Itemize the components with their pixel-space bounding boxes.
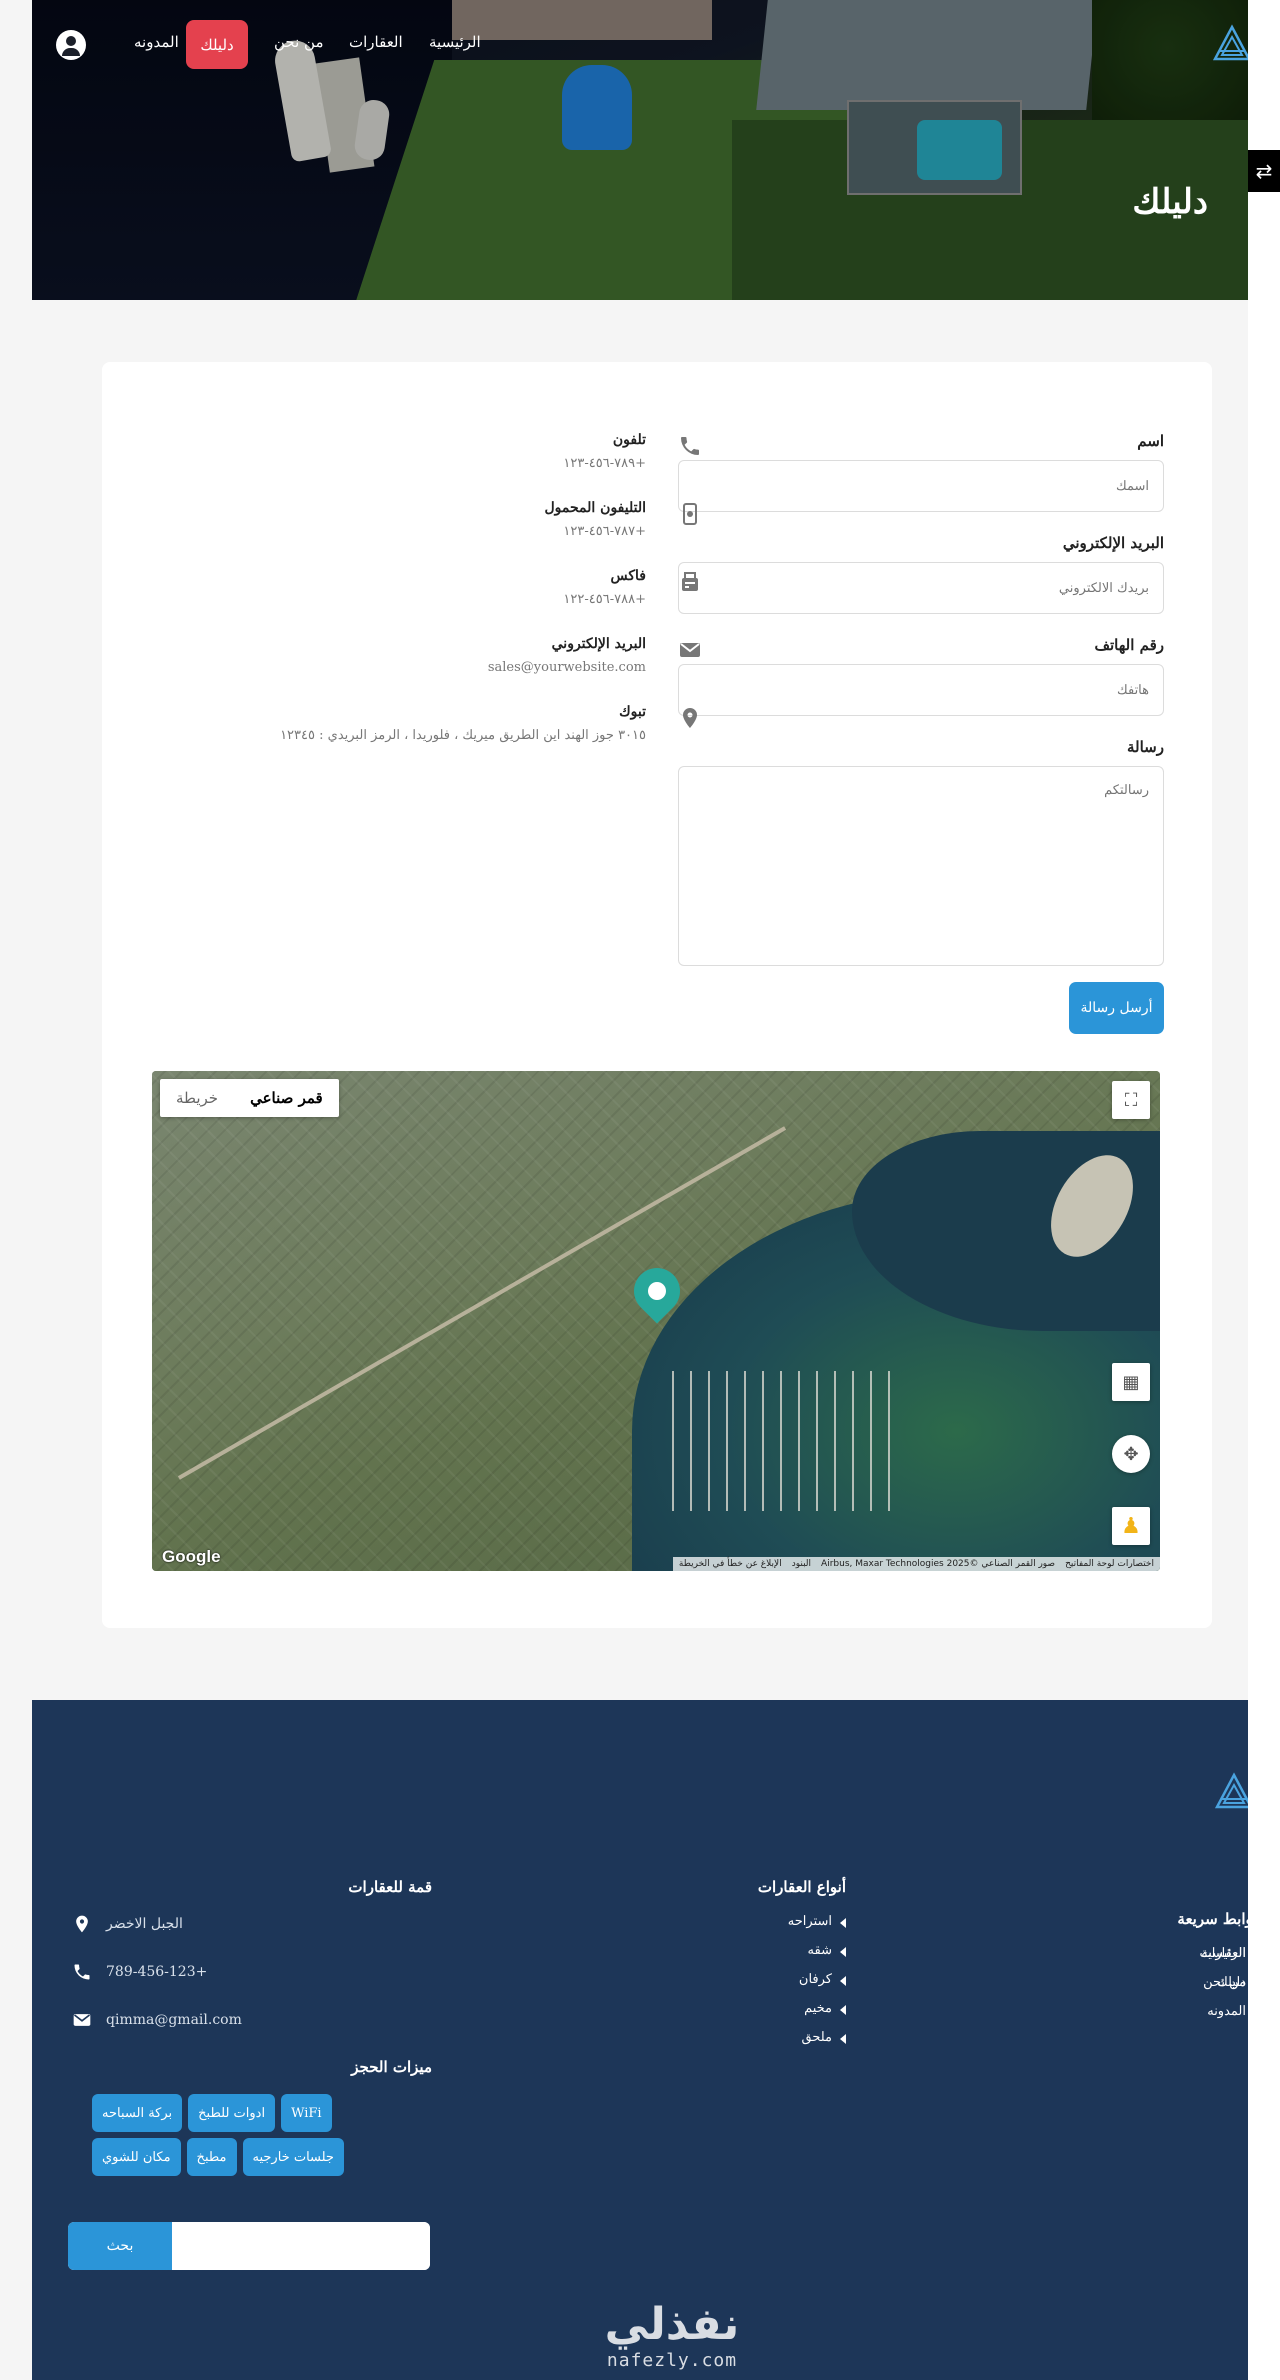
nav-item-about[interactable]: من نحن (274, 33, 324, 51)
main-nav: المدونه دليلك من نحن العقارات الرئيسية (56, 20, 1256, 69)
feature-tag[interactable]: مكان للشوي (92, 2138, 181, 2176)
type-annex[interactable]: ملحق (686, 2030, 846, 2045)
map-pan-icon[interactable]: ✥ (1112, 1435, 1150, 1473)
footer-phone-text: +789-456-123 (106, 1964, 208, 1980)
features-title: ميزات الحجز (351, 2058, 432, 2076)
envelope-icon (680, 643, 700, 657)
footer-location-text: الجبل الاخضر (106, 1916, 183, 1932)
imagery-credit: صور القمر الصناعي ©2025 Airbus, Maxar Te… (821, 1559, 1056, 1569)
send-message-button[interactable]: أرسل رسالة (1069, 982, 1164, 1034)
contact-form: اسم البريد الإلكتروني رقم الهاتف رسالة أ… (678, 432, 1164, 1034)
map-marina (672, 1371, 892, 1511)
type-caravan[interactable]: كرفان (686, 1972, 846, 1987)
fax-value: +٧٨٨-٤٥٦-١٢٢ (563, 592, 646, 607)
location-pin-icon (683, 708, 697, 728)
feature-tag[interactable]: ادوات للطبخ (188, 2094, 276, 2132)
info-fax: فاكس +٧٨٨-٤٥٦-١٢٢ (242, 568, 702, 636)
feature-tag[interactable]: جلسات خارجيه (242, 2138, 344, 2176)
map-type-map[interactable]: خريطة (160, 1079, 234, 1117)
envelope-icon (73, 2014, 91, 2026)
google-map[interactable]: قمر صناعي خريطة ⛶ ▦ ✥ ♟ Google اختصارات … (152, 1071, 1160, 1571)
phone-icon (681, 437, 699, 455)
info-email: البريد الإلكتروني sales@yourwebsite.com (242, 636, 702, 704)
user-profile-icon[interactable] (56, 30, 86, 60)
footer-search-button[interactable]: بحث (68, 2222, 172, 2270)
feature-tag[interactable]: WiFi (281, 2094, 332, 2132)
nav-item-guide-active[interactable]: دليلك (186, 20, 248, 69)
footer-phone: +789-456-123 (72, 1962, 432, 1982)
address-value: ٣٠١٥ جوز الهند اين الطريق ميريك ، فلوريد… (280, 728, 646, 743)
fullscreen-icon[interactable]: ⛶ (1112, 1081, 1150, 1119)
contact-card: اسم البريد الإلكتروني رقم الهاتف رسالة أ… (102, 362, 1212, 1628)
logo-icon[interactable] (1212, 24, 1252, 64)
right-edge-strip (1248, 0, 1280, 2380)
message-textarea[interactable] (678, 766, 1164, 966)
map-attribution: اختصارات لوحة المفاتيح صور القمر الصناعي… (672, 1557, 1160, 1571)
side-toggle-arrows-icon[interactable]: ⇄ (1248, 150, 1280, 192)
brand-title: قمة للعقارات (348, 1878, 432, 1896)
name-label: اسم (1137, 432, 1164, 450)
footer-search: بحث (68, 2222, 430, 2270)
brand-column: قمة للعقارات الجبل الاخضر +789-456-123 q… (72, 1878, 432, 2176)
type-rest-house[interactable]: استراحه (686, 1914, 846, 1929)
page-title: دليلك (1132, 182, 1208, 222)
footer-search-input[interactable] (174, 2222, 430, 2270)
nav-item-blog[interactable]: المدونه (134, 33, 179, 51)
terms-link[interactable]: البنود (792, 1557, 811, 1571)
email-input[interactable] (678, 562, 1164, 614)
info-address: تبوك ٣٠١٥ جوز الهند اين الطريق ميريك ، ف… (242, 704, 702, 772)
map-grid-icon[interactable]: ▦ (1112, 1363, 1150, 1401)
footer-email-text[interactable]: qimma@gmail.com (106, 2012, 242, 2028)
phone-input[interactable] (678, 664, 1164, 716)
email-label: البريد الإلكتروني (1062, 534, 1164, 552)
info-mobile: التليفون المحمول +٧٨٧-٤٥٦-١٢٣ (242, 500, 702, 568)
fax-icon (682, 572, 698, 591)
hero-banner: المدونه دليلك من نحن العقارات الرئيسية د… (32, 0, 1280, 300)
email-title: البريد الإلكتروني (551, 636, 646, 652)
mobile-title: التليفون المحمول (544, 500, 647, 516)
google-logo: Google (162, 1547, 221, 1566)
map-type-control: قمر صناعي خريطة (160, 1079, 339, 1117)
footer-location: الجبل الاخضر (72, 1914, 432, 1934)
property-types-title: أنواع العقارات (757, 1878, 846, 1896)
quick-links-title: روابط سريعة (1177, 1910, 1260, 1928)
footer-link-properties[interactable]: العقارات (970, 1946, 1260, 1961)
report-error-link[interactable]: الإبلاغ عن خطأ في الخريطة (679, 1557, 782, 1571)
location-pin-icon (76, 1915, 88, 1933)
feature-tag[interactable]: بركة السباحه (92, 2094, 183, 2132)
mobile-phone-icon (683, 503, 697, 525)
quick-links-column: روابط سريعة الرئيسية من نحن المدونه العق… (1040, 1910, 1260, 2019)
footer: روابط سريعة الرئيسية من نحن المدونه العق… (32, 1700, 1280, 2380)
name-input[interactable] (678, 460, 1164, 512)
property-types-column: أنواع العقارات استراحه شقه كرفان مخيم مل… (686, 1878, 846, 2059)
phone-value: +٧٨٩-٤٥٦-١٢٣ (563, 456, 646, 471)
type-apartment[interactable]: شقه (686, 1943, 846, 1958)
mobile-value: +٧٨٧-٤٥٦-١٢٣ (563, 524, 646, 539)
type-camp[interactable]: مخيم (686, 2001, 846, 2016)
phone-title: تلفون (612, 432, 646, 448)
email-value: sales@yourwebsite.com (487, 660, 646, 675)
contact-info: تلفون +٧٨٩-٤٥٦-١٢٣ التليفون المحمول +٧٨٧… (242, 432, 702, 772)
footer-email: qimma@gmail.com (72, 2010, 432, 2030)
fax-title: فاكس (610, 568, 646, 584)
footer-link-guide[interactable]: دليلك (970, 1975, 1260, 1990)
map-type-satellite[interactable]: قمر صناعي (234, 1079, 339, 1117)
features-tags: WiFi ادوات للطبخ بركة السباحه جلسات خارج… (92, 2094, 432, 2176)
info-phone: تلفون +٧٨٩-٤٥٦-١٢٣ (242, 432, 702, 500)
address-title: تبوك (619, 704, 646, 720)
nafezly-watermark: نفذلي nafezly.com (572, 2299, 772, 2372)
phone-label: رقم الهاتف (1094, 636, 1164, 654)
watermark-url: nafezly.com (606, 2350, 738, 2371)
nav-item-home[interactable]: الرئيسية (429, 33, 481, 51)
phone-icon (74, 1964, 90, 1980)
message-label: رسالة (1127, 738, 1164, 756)
keyboard-shortcuts-link[interactable]: اختصارات لوحة المفاتيح (1065, 1557, 1154, 1571)
watermark-arabic: نفذلي (604, 2299, 740, 2350)
street-view-pegman-icon[interactable]: ♟ (1112, 1507, 1150, 1545)
nav-item-properties[interactable]: العقارات (349, 33, 403, 51)
page: المدونه دليلك من نحن العقارات الرئيسية د… (32, 0, 1280, 2380)
feature-tag[interactable]: مطبخ (186, 2138, 237, 2176)
